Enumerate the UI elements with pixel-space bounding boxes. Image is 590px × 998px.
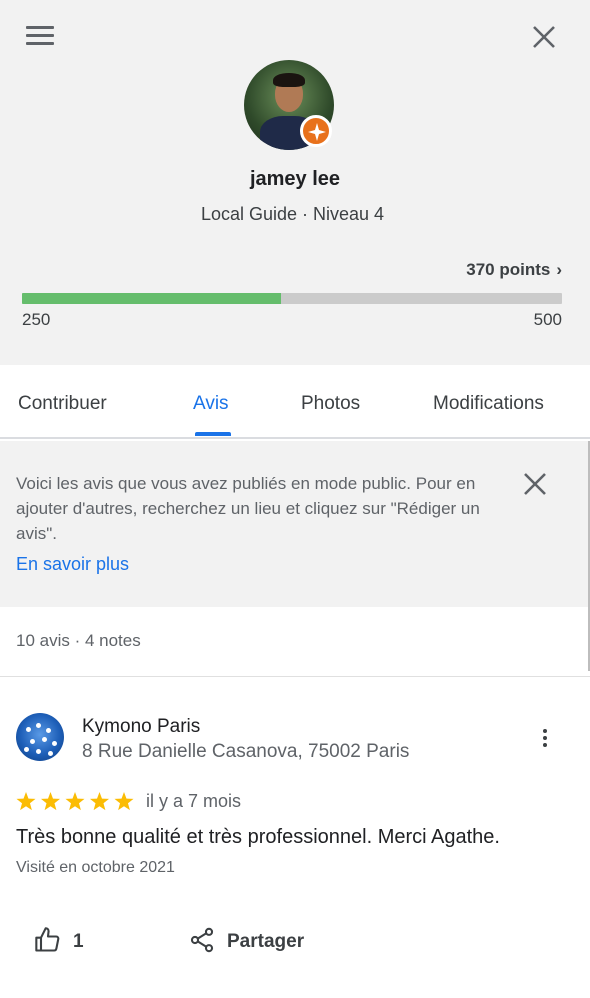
points-progress-bar <box>22 293 562 304</box>
star-icon <box>114 792 134 811</box>
points-label: 370 points <box>466 260 551 279</box>
chevron-right-icon: › <box>556 260 562 279</box>
tab-contribuer[interactable]: Contribuer <box>18 393 107 415</box>
points-progress-fill <box>22 293 282 304</box>
local-guide-badge-icon <box>300 115 332 147</box>
like-button[interactable] <box>34 926 94 958</box>
active-tab-indicator <box>195 432 231 436</box>
thumbs-up-icon <box>35 927 60 952</box>
place-thumbnail[interactable] <box>16 713 64 761</box>
info-banner-text: Voici les avis que vous avez publiés en … <box>16 474 480 543</box>
like-count: 1 <box>73 931 84 952</box>
review-text: Très bonne qualité et très professionnel… <box>16 826 500 848</box>
visit-date: Visité en octobre 2021 <box>16 859 175 876</box>
progress-max: 500 <box>533 310 562 329</box>
progress-min: 250 <box>22 310 51 329</box>
tab-photos[interactable]: Photos <box>301 393 360 415</box>
star-icon <box>65 792 85 811</box>
review-counts: 10 avis · 4 notes <box>16 631 141 650</box>
tab-bar: Contribuer Avis Photos Modifications <box>0 365 590 439</box>
star-icon <box>40 792 61 811</box>
share-label: Partager <box>227 931 305 952</box>
star-icon <box>16 792 36 811</box>
star-rating <box>16 792 134 811</box>
close-icon[interactable] <box>529 22 559 52</box>
tab-avis[interactable]: Avis <box>193 393 229 415</box>
menu-icon[interactable] <box>26 26 54 46</box>
tab-modifications[interactable]: Modifications <box>433 393 544 415</box>
review-time: il y a 7 mois <box>146 791 242 811</box>
place-address: 8 Rue Danielle Casanova, 75002 Paris <box>82 741 410 762</box>
place-name[interactable]: Kymono Paris <box>82 716 200 738</box>
star-icon <box>89 792 110 811</box>
learn-more-link[interactable]: En savoir plus <box>16 554 129 575</box>
points-link[interactable]: 370 points › <box>466 260 562 280</box>
divider <box>0 676 590 677</box>
close-banner-icon[interactable] <box>520 469 550 499</box>
profile-level: Local Guide · Niveau 4 <box>200 204 385 224</box>
more-options-icon[interactable] <box>530 726 560 756</box>
share-icon <box>190 927 214 953</box>
info-banner: Voici les avis que vous avez publiés en … <box>0 441 590 607</box>
profile-name: jamey lee <box>249 168 341 190</box>
